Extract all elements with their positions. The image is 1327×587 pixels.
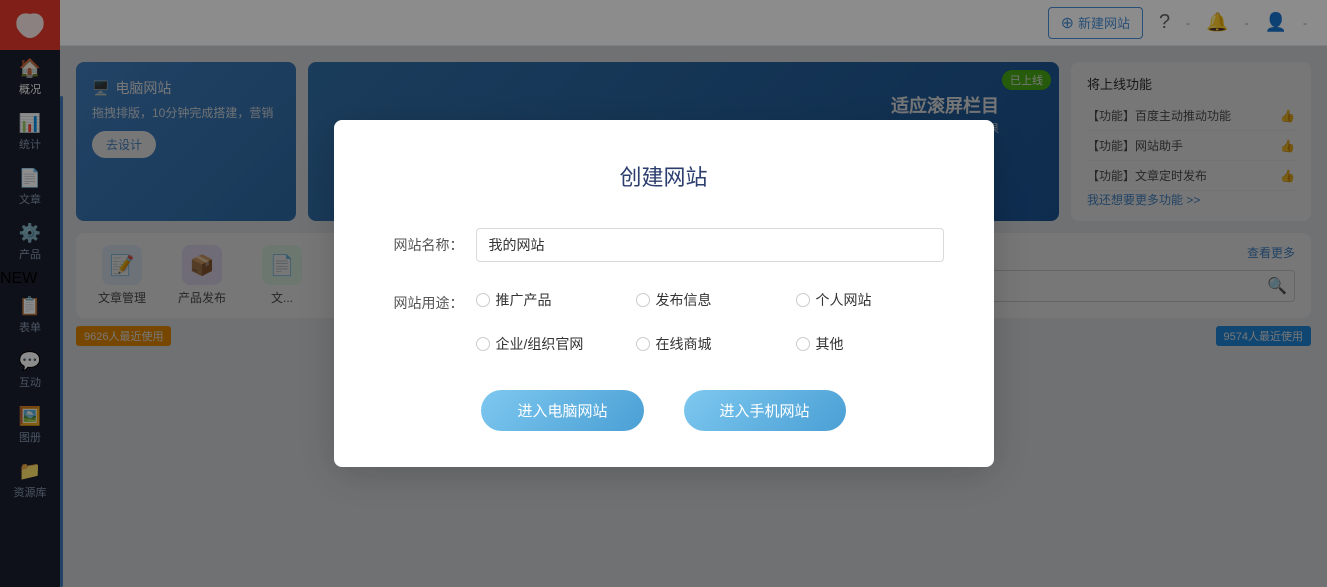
enter-mobile-button[interactable]: 进入手机网站 [684,390,846,431]
radio-shop[interactable]: 在线商城 [636,334,796,354]
radio-personal[interactable]: 个人网站 [796,290,956,310]
purpose-radio-group: 推广产品 发布信息 个人网站 企业/组织官网 [476,290,956,354]
radio-circle-other [796,337,810,351]
radio-circle-shop [636,337,650,351]
site-name-input[interactable] [476,228,944,262]
site-purpose-row: 网站用途： 推广产品 发布信息 个人网站 [384,290,944,354]
site-purpose-label: 网站用途： [384,290,464,313]
purpose-row-1: 推广产品 发布信息 个人网站 [476,290,956,310]
radio-enterprise[interactable]: 企业/组织官网 [476,334,636,354]
modal-title: 创建网站 [384,160,944,192]
create-site-modal: 创建网站 网站名称： 网站用途： 推广产品 发布信息 [334,120,994,467]
enter-desktop-button[interactable]: 进入电脑网站 [481,390,643,431]
radio-circle-publish [636,293,650,307]
purpose-row-2: 企业/组织官网 在线商城 其他 [476,334,956,354]
radio-circle-personal [796,293,810,307]
modal-buttons: 进入电脑网站 进入手机网站 [384,390,944,431]
radio-promote[interactable]: 推广产品 [476,290,636,310]
modal-overlay[interactable]: 创建网站 网站名称： 网站用途： 推广产品 发布信息 [0,0,1327,587]
radio-other[interactable]: 其他 [796,334,956,354]
radio-circle-promote [476,293,490,307]
radio-publish[interactable]: 发布信息 [636,290,796,310]
radio-circle-enterprise [476,337,490,351]
site-name-label: 网站名称： [384,235,464,255]
site-name-row: 网站名称： [384,228,944,262]
